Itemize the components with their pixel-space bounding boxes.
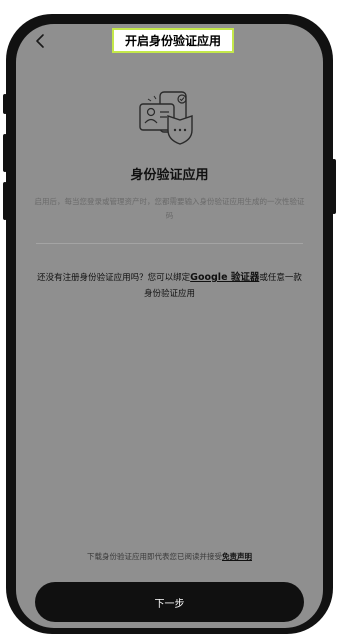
- divider: [36, 243, 303, 244]
- disclaimer: 下载身份验证应用即代表您已阅读并接受免责声明: [16, 551, 323, 562]
- disclaimer-link[interactable]: 免责声明: [222, 552, 252, 561]
- authenticator-shield-icon: [134, 90, 202, 150]
- register-hint: 还没有注册身份验证应用吗？您可以绑定Google 验证器或任意一款身份验证应用: [34, 270, 305, 302]
- register-hint-prefix: 还没有注册身份验证应用吗？您可以绑定: [37, 273, 191, 283]
- description-text: 启用后，每当您登录或管理资产时，您都需要输入身份验证应用生成的一次性验证码: [34, 197, 305, 220]
- app-screen: 开启身份验证应用 身份验证应用 启用后，每当您登录或管理资产时，您都需要输入身份…: [16, 24, 323, 628]
- chevron-left-icon: [36, 34, 44, 48]
- phone-screen-container: 开启身份验证应用 身份验证应用 启用后，每当您登录或管理资产时，您都需要输入身份…: [6, 14, 333, 634]
- back-button[interactable]: [32, 32, 50, 50]
- google-authenticator-link[interactable]: Google 验证器: [190, 272, 259, 283]
- next-button[interactable]: 下一步: [35, 582, 304, 622]
- page-title: 开启身份验证应用: [112, 28, 234, 53]
- section-title: 身份验证应用: [130, 168, 209, 183]
- disclaimer-text: 下载身份验证应用即代表您已阅读并接受: [87, 552, 222, 561]
